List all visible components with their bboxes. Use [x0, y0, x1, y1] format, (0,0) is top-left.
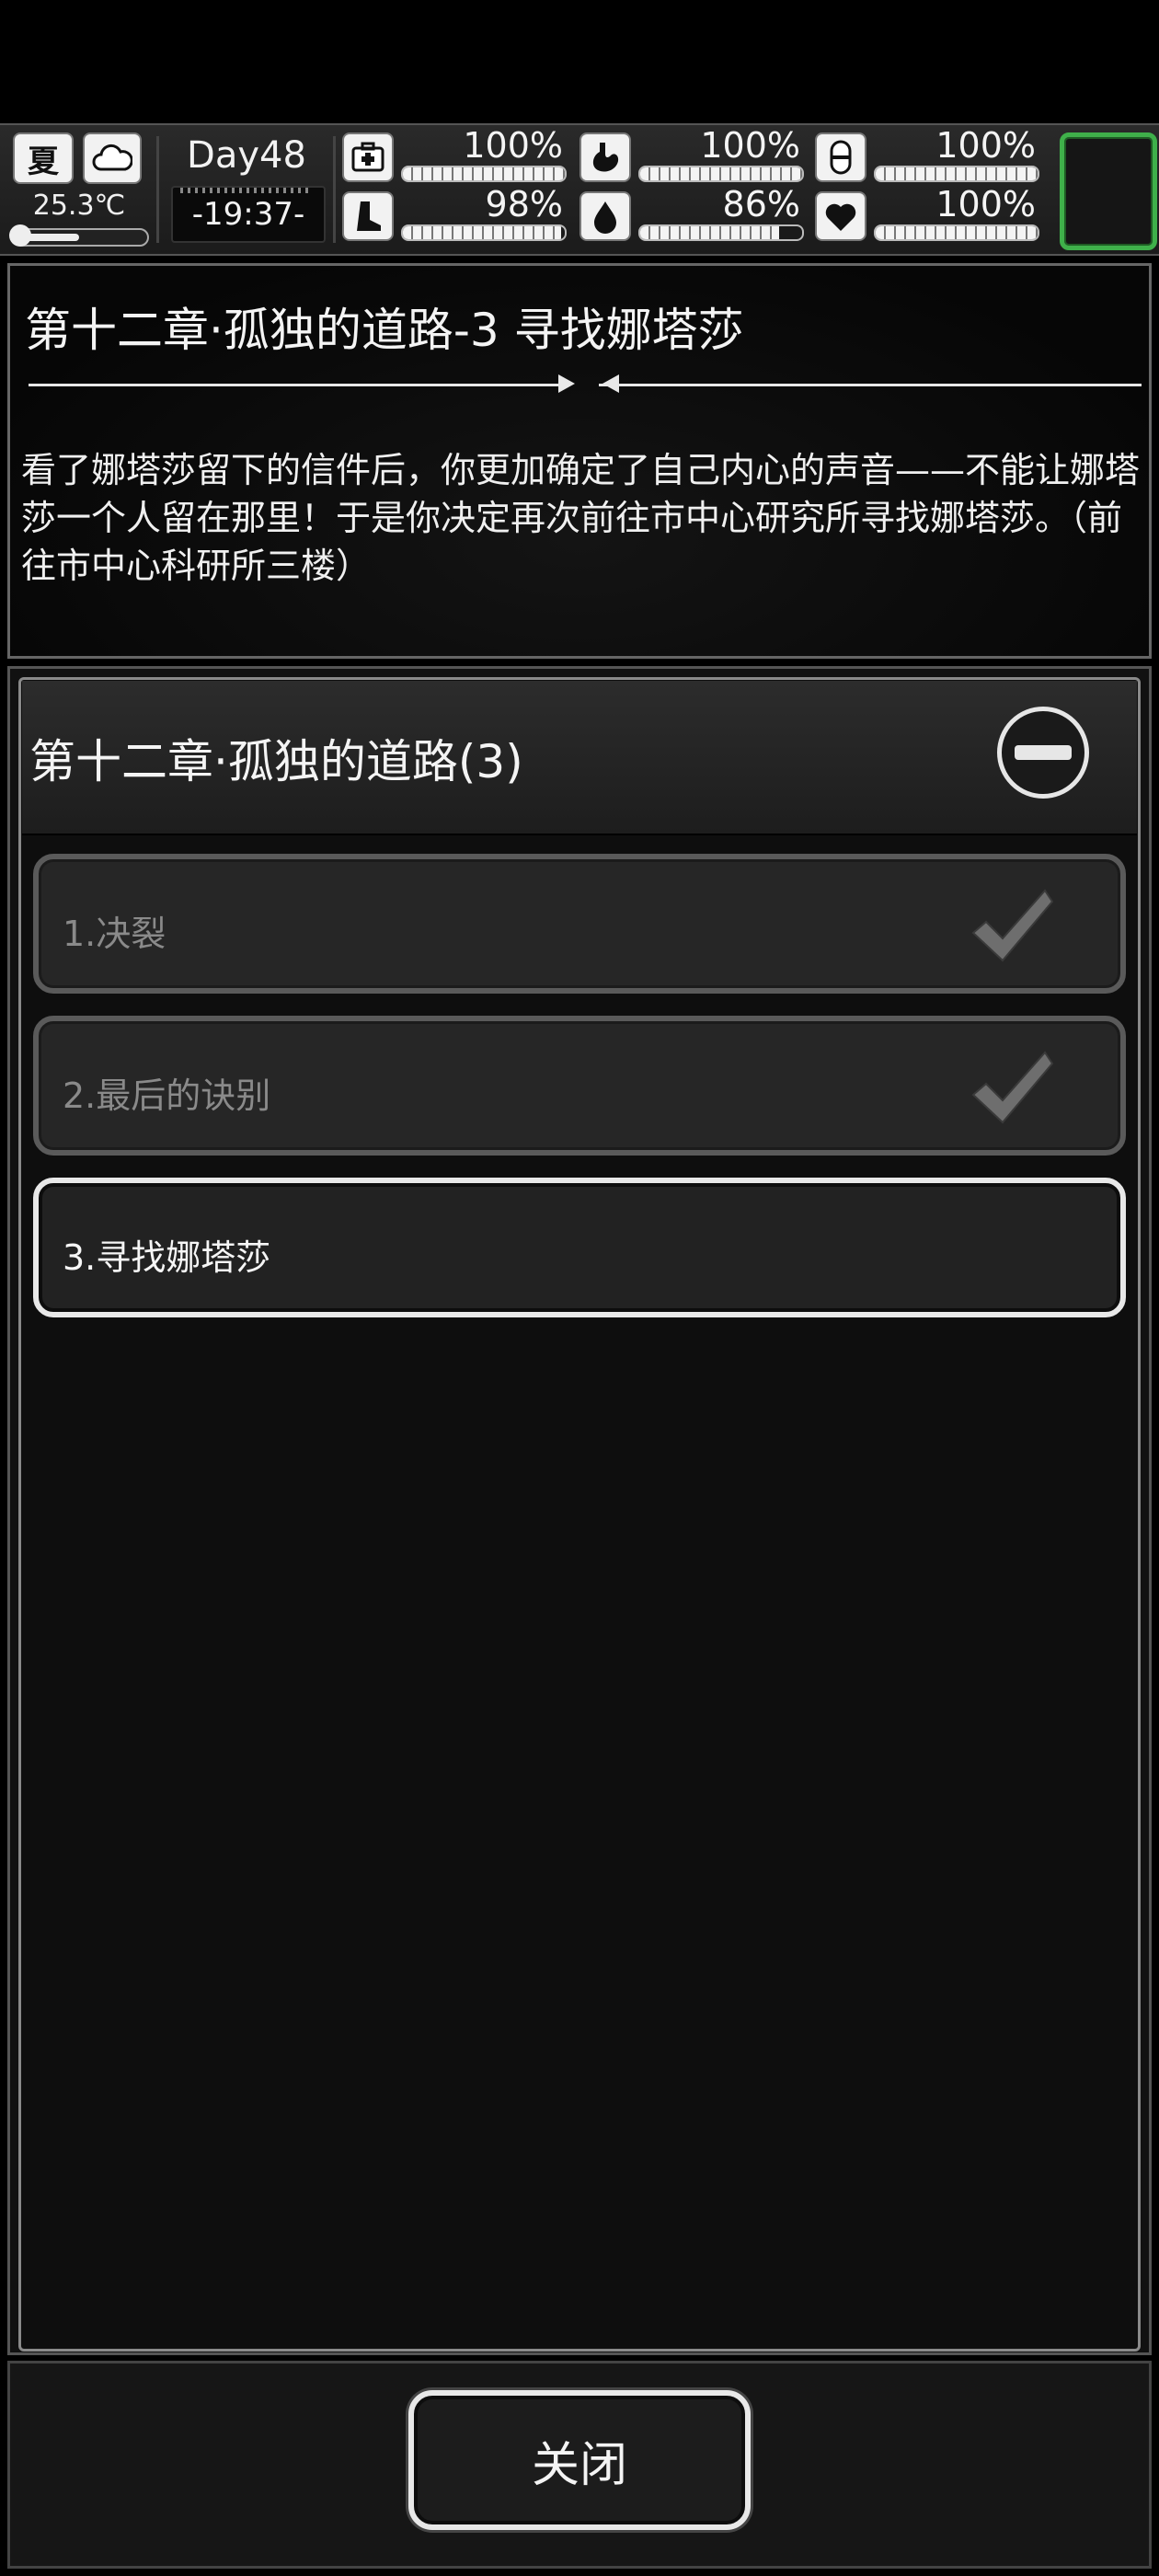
hunger-bar	[638, 166, 804, 182]
quest-detail-panel: 第十二章·孤独的道路-3 寻找娜塔莎 看了娜塔莎留下的信件后，你更加确定了自己内…	[7, 263, 1152, 659]
divider-line	[599, 384, 1142, 386]
season-badge: 夏	[13, 132, 74, 184]
quest-item[interactable]: 2.最后的诀别	[33, 1016, 1126, 1156]
season-label: 夏	[28, 143, 59, 180]
hunger-bar-fill	[640, 167, 802, 180]
quest-item-label: 1.决裂	[63, 914, 166, 954]
system-status-bar	[0, 0, 1159, 123]
thirst-bar	[638, 224, 804, 241]
game-clock: -19:37-	[171, 186, 326, 243]
heart-icon	[815, 191, 866, 241]
immunity-percent: 100%	[935, 125, 1036, 166]
quest-item-label: 3.寻找娜塔莎	[63, 1237, 271, 1278]
health-percent: 100%	[463, 125, 563, 166]
thirst-bar-fill	[640, 226, 780, 239]
divider-arrow-right-icon	[558, 374, 575, 393]
hunger-percent: 100%	[700, 125, 800, 166]
quest-item[interactable]: 1.决裂	[33, 854, 1126, 994]
day-counter: Day48	[187, 134, 306, 177]
temperature-readout: 25.3℃	[32, 190, 126, 222]
chapter-header[interactable]: 第十二章·孤独的道路(3)	[22, 681, 1137, 835]
mood-bar-fill	[876, 226, 1038, 239]
health-bar-fill	[403, 167, 565, 180]
hud-divider	[333, 136, 336, 243]
immunity-bar-fill	[876, 167, 1038, 180]
quest-item-label: 2.最后的诀别	[63, 1075, 271, 1116]
minus-icon	[1015, 745, 1072, 760]
equipped-item-slot[interactable]	[1060, 132, 1157, 250]
stamina-bar-fill	[403, 226, 562, 239]
stamina-percent: 98%	[485, 184, 563, 224]
thermometer-gauge	[9, 224, 149, 247]
pill-icon	[815, 132, 866, 182]
clock-ticks	[180, 188, 309, 193]
hud-divider	[156, 136, 159, 243]
chapter-title: 第十二章·孤独的道路(3)	[29, 735, 523, 788]
medkit-icon	[342, 132, 394, 182]
water-drop-icon	[580, 191, 631, 241]
quest-item-active[interactable]: 3.寻找娜塔莎	[33, 1178, 1126, 1317]
status-hud: 夏 25.3℃ Day48 -19:37- 100% 100% 100% 98%…	[0, 123, 1159, 256]
foot-icon	[342, 191, 394, 241]
immunity-bar	[874, 166, 1039, 182]
quest-description: 看了娜塔莎留下的信件后，你更加确定了自己内心的声音——不能让娜塔莎一个人留在那里…	[21, 450, 1141, 586]
collapse-button[interactable]	[997, 707, 1089, 799]
mood-percent: 100%	[935, 184, 1036, 224]
stomach-icon	[580, 132, 631, 182]
thirst-percent: 86%	[722, 184, 800, 224]
health-bar	[401, 166, 567, 182]
quest-title: 第十二章·孤独的道路-3 寻找娜塔莎	[25, 304, 744, 357]
close-button[interactable]: 关闭	[408, 2390, 751, 2530]
checkmark-icon	[971, 1051, 1054, 1124]
cloud-weather-icon	[83, 132, 142, 184]
stamina-bar	[401, 224, 567, 241]
divider-line	[29, 384, 562, 386]
mood-bar	[874, 224, 1039, 241]
checkmark-icon	[971, 889, 1054, 962]
